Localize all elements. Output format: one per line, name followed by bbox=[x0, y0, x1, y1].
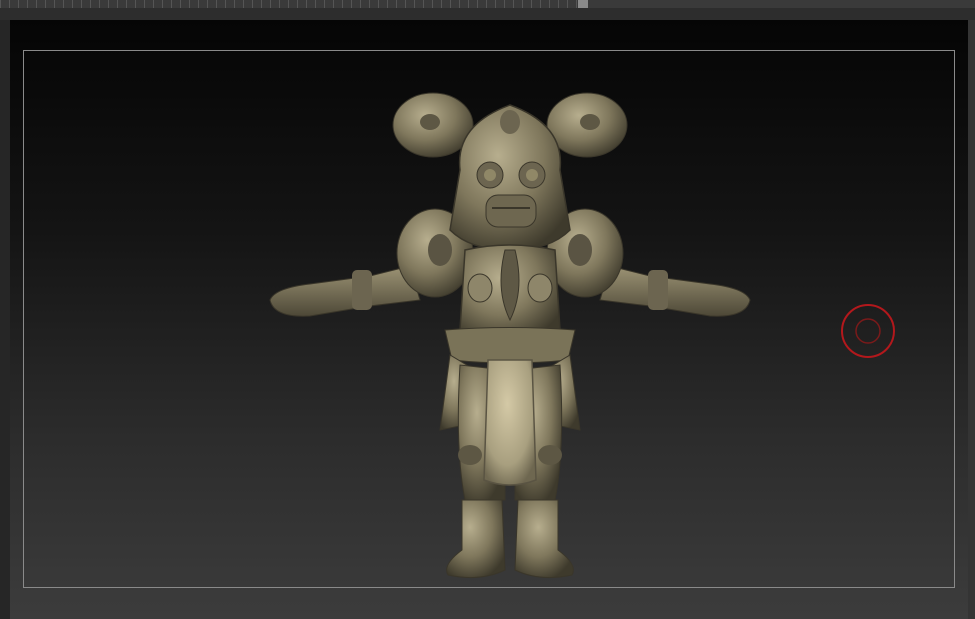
top-ruler bbox=[0, 0, 975, 8]
ruler-scroll-thumb[interactable] bbox=[578, 0, 588, 8]
top-toolbar-strip bbox=[0, 8, 975, 20]
sculpted-model[interactable] bbox=[250, 70, 770, 590]
right-tray bbox=[968, 20, 975, 619]
document-canvas[interactable] bbox=[10, 20, 968, 619]
ruler-ticks bbox=[0, 0, 578, 8]
left-tray bbox=[0, 20, 10, 619]
brush-circle-icon bbox=[841, 304, 895, 358]
